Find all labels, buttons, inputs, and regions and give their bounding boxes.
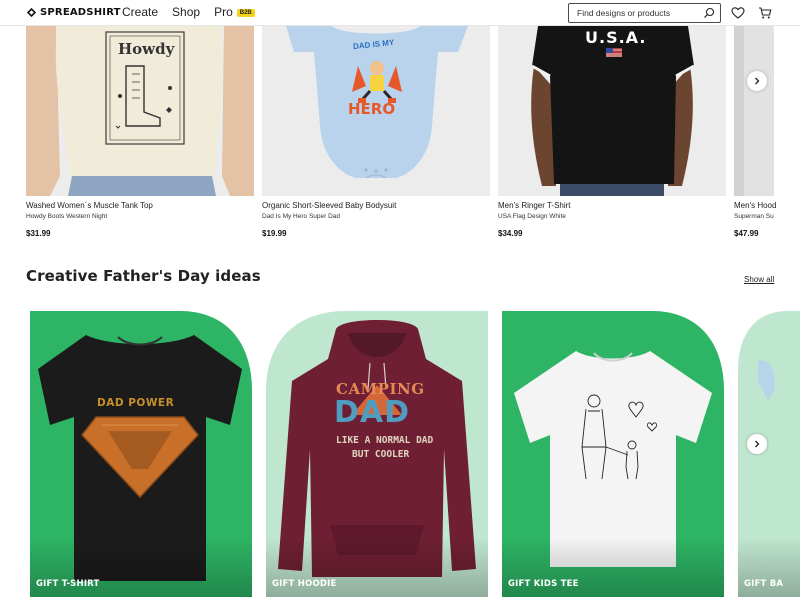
product-card[interactable]: Men's Hood Superman Su $47.99: [734, 26, 800, 238]
cart-icon[interactable]: [758, 6, 772, 20]
heart-icon[interactable]: [731, 6, 745, 20]
product-price: $19.99: [262, 229, 287, 238]
hoodie-art-text-line2: BUT COOLER: [352, 449, 410, 460]
logo-text: SPREADSHIRT: [40, 7, 121, 18]
nav-pro[interactable]: Pro B2B: [214, 5, 255, 19]
hoodie-art-text-dad: DAD: [334, 395, 411, 430]
show-all-link[interactable]: Show all: [744, 275, 774, 284]
product-card[interactable]: U.S.A. Men's Ringer T-Shirt USA Flag Des…: [498, 26, 726, 238]
nav-pro-label: Pro: [214, 5, 233, 19]
chevron-right-icon: [755, 77, 760, 85]
carousel-next-button[interactable]: [747, 71, 767, 91]
b2b-badge: B2B: [236, 8, 255, 17]
section-title: Creative Father's Day ideas: [26, 267, 261, 285]
product-design: Superman Su: [734, 213, 774, 220]
main-nav: Create Shop Pro B2B: [122, 5, 255, 19]
search-icon[interactable]: [703, 7, 715, 19]
product-card[interactable]: DAD IS MY HERO Organic Short-Sleeved Bab…: [262, 26, 490, 238]
site-header: SPREADSHIRT Create Shop Pro B2B: [0, 0, 800, 26]
tile-label: GIFT T-SHIRT: [36, 579, 100, 589]
product-image[interactable]: [734, 26, 774, 196]
tile-label: GIFT KIDS TEE: [508, 579, 579, 589]
product-price: $34.99: [498, 229, 523, 238]
product-design: USA Flag Design White: [498, 213, 566, 220]
product-design: Howdy Boots Western Night: [26, 213, 108, 220]
product-design: Dad Is My Hero Super Dad: [262, 213, 341, 220]
tank-art-text: Howdy: [118, 40, 175, 58]
ringer-tshirt-photo: [498, 26, 726, 196]
product-name[interactable]: Washed Women´s Muscle Tank Top: [26, 201, 254, 210]
tshirt-art-text: DAD POWER: [97, 397, 175, 409]
gift-tile-kids-tee[interactable]: GIFT KIDS TEE: [502, 311, 724, 597]
gift-tile-partial[interactable]: GIFT BA: [738, 311, 800, 597]
search-input[interactable]: [577, 8, 702, 18]
product-image[interactable]: Howdy: [26, 26, 254, 196]
hoodie-art-text-line1: LIKE A NORMAL DAD: [336, 435, 434, 446]
hoodie-photo: [734, 26, 774, 196]
gift-tile-hoodie[interactable]: CAMPING DAD LIKE A NORMAL DAD BUT COOLER…: [266, 311, 488, 597]
tile-label: GIFT BA: [744, 579, 784, 589]
product-name[interactable]: Men's Hood: [734, 201, 800, 210]
product-name[interactable]: Men's Ringer T-Shirt: [498, 201, 726, 210]
ringer-art-text: U.S.A.: [585, 28, 647, 47]
product-price: $31.99: [26, 229, 51, 238]
tile-label: GIFT HOODIE: [272, 579, 337, 589]
carousel-next-button[interactable]: [747, 434, 767, 454]
nav-shop[interactable]: Shop: [172, 5, 200, 19]
logo-mark-icon: [26, 7, 37, 18]
product-card[interactable]: Howdy Washed Women´s Muscle Tank Top How…: [26, 26, 254, 238]
search-box: [568, 3, 721, 23]
spreadshirt-logo[interactable]: SPREADSHIRT: [26, 7, 121, 18]
product-price: $47.99: [734, 229, 759, 238]
product-name[interactable]: Organic Short-Sleeved Baby Bodysuit: [262, 201, 490, 210]
product-image[interactable]: DAD IS MY HERO: [262, 26, 490, 196]
chevron-right-icon: [755, 440, 760, 448]
gift-tile-tshirt[interactable]: DAD POWER GIFT T-SHIRT: [30, 311, 252, 597]
nav-create[interactable]: Create: [122, 5, 158, 19]
bodysuit-art-text-hero: HERO: [348, 100, 396, 118]
product-image[interactable]: U.S.A.: [498, 26, 726, 196]
